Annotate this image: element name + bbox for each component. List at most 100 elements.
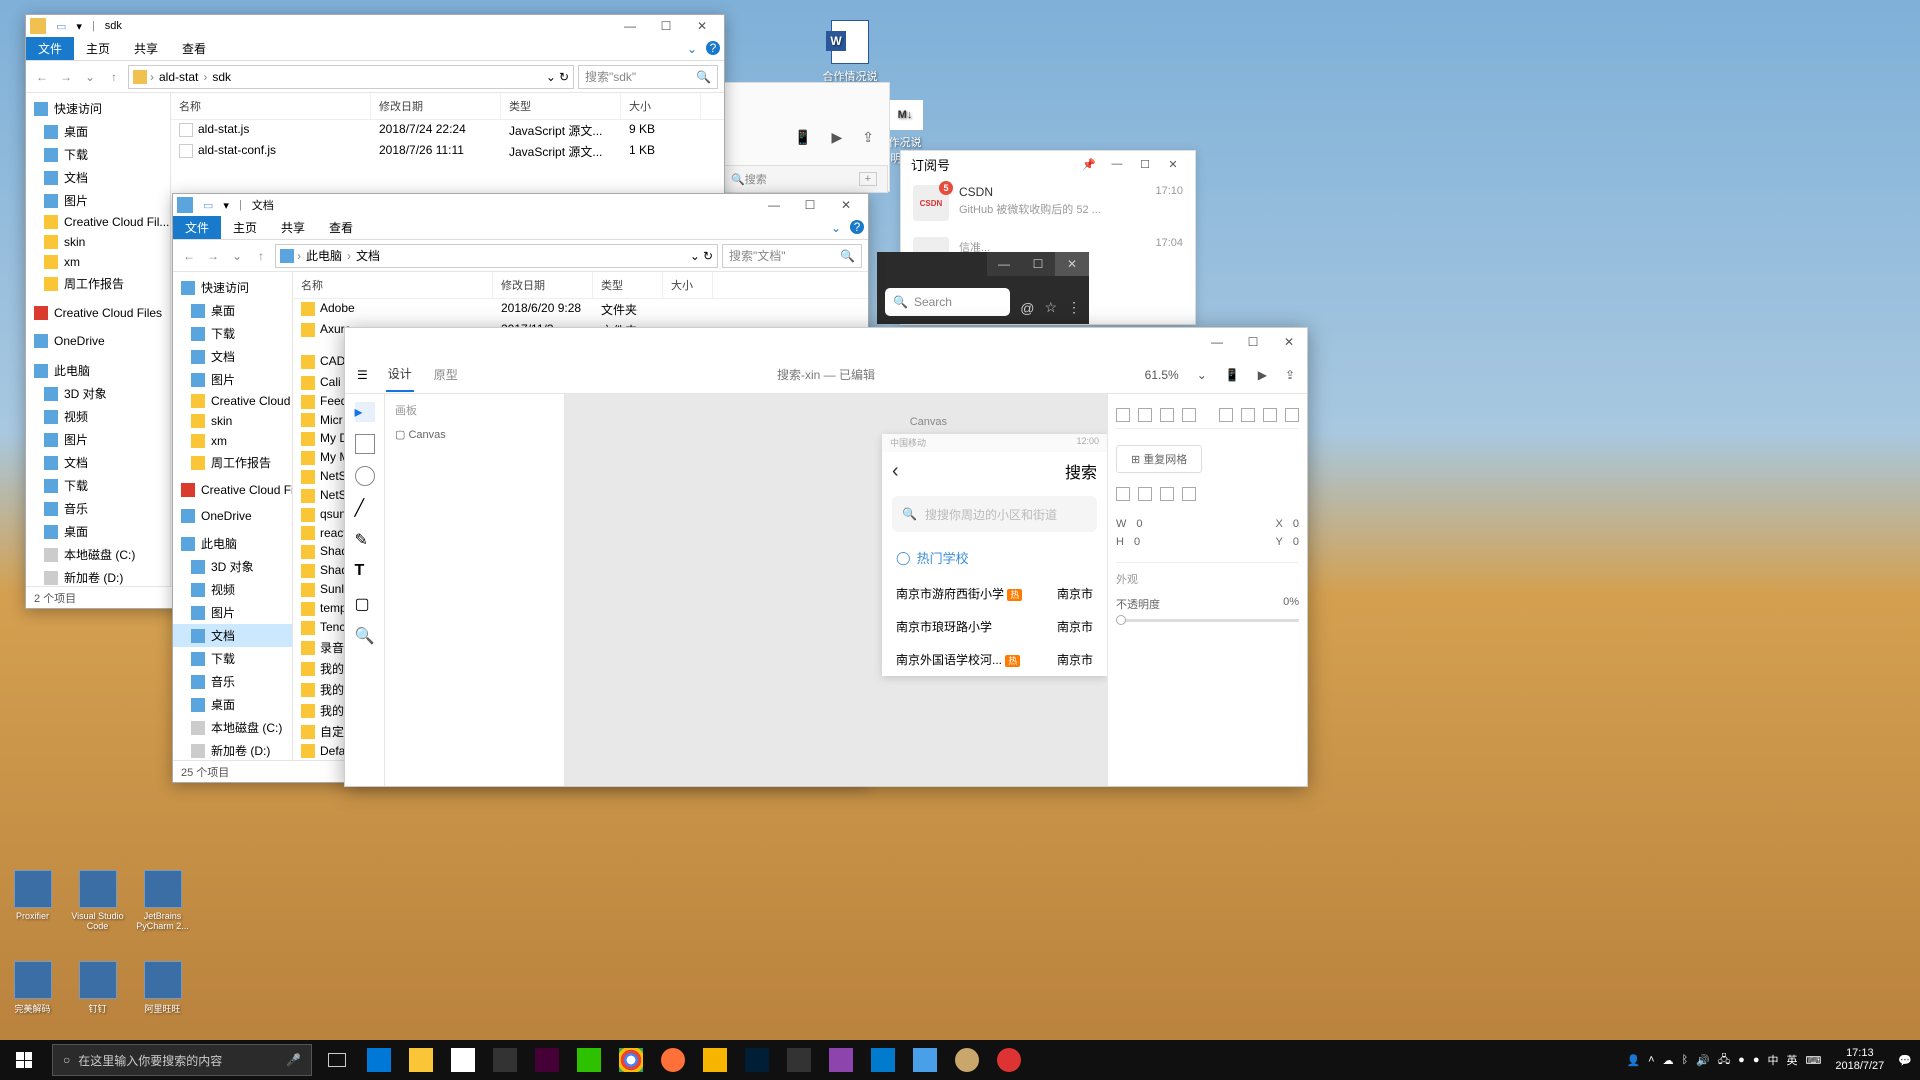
tab-design[interactable]: 设计 xyxy=(386,357,414,392)
sidebar-item[interactable]: 图片 xyxy=(26,189,170,212)
search-input[interactable]: 🔍 搜搜你周边的小区和街道 xyxy=(892,496,1097,532)
tray-up-icon[interactable]: ˄ xyxy=(1648,1054,1654,1066)
sidebar-item[interactable]: 桌面 xyxy=(173,693,292,716)
tray-ime[interactable]: 中 xyxy=(1767,1052,1778,1068)
desktop-icon[interactable]: Proxifier xyxy=(5,870,60,931)
share-icon[interactable]: ⇪ xyxy=(1285,368,1295,382)
sidebar-item[interactable]: 桌面 xyxy=(26,520,170,543)
zoom-level[interactable]: 61.5% xyxy=(1145,368,1179,382)
col-date[interactable]: 修改日期 xyxy=(493,272,593,298)
minimize-button[interactable]: — xyxy=(756,194,792,216)
sidebar-item[interactable]: 音乐 xyxy=(26,497,170,520)
close-button[interactable]: ✕ xyxy=(1271,331,1307,353)
tab-file[interactable]: 文件 xyxy=(173,216,221,239)
col-size[interactable]: 大小 xyxy=(663,272,713,298)
align-left-icon[interactable] xyxy=(1116,408,1130,422)
canvas[interactable]: Canvas 中国移动 12:00 ‹ 搜索 🔍 搜搜你周边的小区和街道 xyxy=(565,394,1107,786)
layer-item[interactable]: ▢ Canvas xyxy=(395,428,554,441)
sidebar-item[interactable]: 文档 xyxy=(173,624,292,647)
sidebar-item[interactable]: xm xyxy=(26,252,170,272)
width-field[interactable]: 0 xyxy=(1136,518,1142,530)
sidebar-item[interactable]: 图片 xyxy=(173,601,292,624)
chevron-down-icon[interactable]: ⌄ xyxy=(1197,368,1207,382)
x-field[interactable]: 0 xyxy=(1293,518,1299,530)
sidebar-quick-access[interactable]: 快速访问 xyxy=(26,97,170,120)
taskbar-app2[interactable] xyxy=(988,1040,1030,1080)
refresh-icon[interactable]: ↻ xyxy=(559,70,569,84)
sidebar-item[interactable]: 桌面 xyxy=(173,299,292,322)
taskbar-explorer[interactable] xyxy=(400,1040,442,1080)
tab-home[interactable]: 主页 xyxy=(74,37,122,60)
align-right-icon[interactable] xyxy=(1160,408,1174,422)
up-button[interactable]: ↑ xyxy=(251,246,271,266)
forward-button[interactable]: → xyxy=(56,67,76,87)
tray-people-icon[interactable]: 👤 xyxy=(1626,1054,1640,1067)
y-field[interactable]: 0 xyxy=(1293,536,1299,548)
select-tool[interactable]: ▸ xyxy=(355,402,375,422)
taskbar-edge[interactable] xyxy=(358,1040,400,1080)
sidebar-item[interactable]: 新加卷 (D:) xyxy=(173,739,292,760)
tray-app-icon[interactable]: ● xyxy=(1738,1054,1745,1066)
tray-bt-icon[interactable]: ᛒ xyxy=(1682,1054,1689,1066)
qat-icon[interactable]: ▭ xyxy=(56,20,66,33)
share-icon[interactable]: ⇪ xyxy=(862,129,874,146)
mobile-icon[interactable]: 📱 xyxy=(794,129,811,146)
tab-prototype[interactable]: 原型 xyxy=(432,358,460,391)
col-type[interactable]: 类型 xyxy=(501,93,621,119)
sidebar-item[interactable]: 3D 对象 xyxy=(173,555,292,578)
dropdown-icon[interactable]: ⌄ xyxy=(690,249,700,263)
tray-clock[interactable]: 17:13 2018/7/27 xyxy=(1829,1047,1890,1073)
sidebar-item[interactable]: 文档 xyxy=(26,451,170,474)
line-tool[interactable]: ╱ xyxy=(355,498,375,518)
tray-cloud-icon[interactable]: ☁ xyxy=(1663,1054,1674,1067)
desktop-icon[interactable]: Visual Studio Code xyxy=(70,870,125,931)
tab-view[interactable]: 查看 xyxy=(317,216,365,239)
sidebar-ccf[interactable]: Creative Cloud Files xyxy=(173,480,292,500)
sidebar-item[interactable]: 文档 xyxy=(26,166,170,189)
sidebar-item[interactable]: 周工作报告 xyxy=(26,272,170,295)
desktop-icon[interactable]: 钉钉 xyxy=(70,961,125,1015)
at-icon[interactable]: @ xyxy=(1020,300,1034,316)
refresh-icon[interactable]: ↻ xyxy=(703,249,713,263)
col-name[interactable]: 名称 xyxy=(171,93,371,119)
play-icon[interactable]: ▶ xyxy=(831,129,842,146)
sidebar-item[interactable]: 视频 xyxy=(26,405,170,428)
distribute-icon[interactable] xyxy=(1285,408,1299,422)
minimize-button[interactable]: — xyxy=(987,252,1021,276)
file-row[interactable]: Adobe2018/6/20 9:28文件夹 xyxy=(293,299,868,320)
list-item[interactable]: 南京外国语学校河... 热 南京市 xyxy=(882,643,1107,676)
cast-search[interactable]: 🔍 搜索 + xyxy=(720,165,888,193)
sidebar-item[interactable]: skin xyxy=(173,411,292,431)
taskbar-store[interactable] xyxy=(442,1040,484,1080)
align-center-icon[interactable] xyxy=(1138,408,1152,422)
tab-view[interactable]: 查看 xyxy=(170,37,218,60)
sidebar-item[interactable]: 下载 xyxy=(26,143,170,166)
sidebar-ccf[interactable]: Creative Cloud Files xyxy=(26,303,170,323)
sidebar-item[interactable]: 图片 xyxy=(173,368,292,391)
minimize-button[interactable]: — xyxy=(1199,331,1235,353)
path-op-icon[interactable] xyxy=(1182,487,1196,501)
sidebar-item[interactable]: 视频 xyxy=(173,578,292,601)
maximize-button[interactable]: ☐ xyxy=(1235,331,1271,353)
sidebar-item[interactable]: xm xyxy=(173,431,292,451)
help-icon[interactable]: ? xyxy=(850,220,864,234)
add-tab-button[interactable]: + xyxy=(859,172,877,186)
sidebar-item[interactable]: 音乐 xyxy=(173,670,292,693)
search-input[interactable]: 搜索"sdk" 🔍 xyxy=(578,65,718,89)
task-view-button[interactable] xyxy=(316,1040,358,1080)
recent-dropdown[interactable]: ⌄ xyxy=(227,246,247,266)
address-bar[interactable]: › 此电脑 › 文档 ⌄ ↻ xyxy=(275,244,718,268)
opacity-slider[interactable] xyxy=(1116,619,1299,622)
col-type[interactable]: 类型 xyxy=(593,272,663,298)
tray-vol-icon[interactable]: 🔊 xyxy=(1696,1054,1710,1067)
minimize-button[interactable]: — xyxy=(1105,154,1129,174)
qat-icon[interactable]: ▾ xyxy=(76,20,82,33)
col-name[interactable]: 名称 xyxy=(293,272,493,298)
distribute-icon[interactable] xyxy=(1219,408,1233,422)
maximize-button[interactable]: ☐ xyxy=(648,15,684,37)
recent-dropdown[interactable]: ⌄ xyxy=(80,67,100,87)
tab-share[interactable]: 共享 xyxy=(269,216,317,239)
search-input[interactable]: 🔍 Search xyxy=(885,288,1010,316)
taskbar-ps[interactable] xyxy=(736,1040,778,1080)
taskbar-app[interactable] xyxy=(694,1040,736,1080)
